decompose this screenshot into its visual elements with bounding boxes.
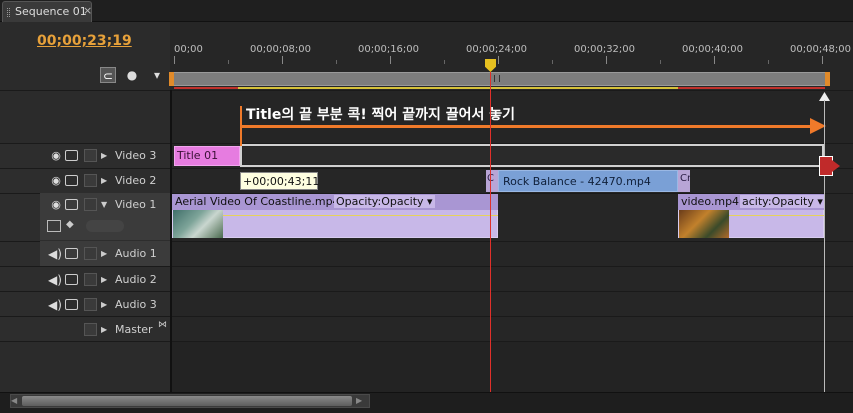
ruler-label: 00;00;32;00	[574, 44, 636, 55]
timecode-display[interactable]: 00;00;23;19	[37, 33, 132, 49]
render-bar	[678, 87, 825, 89]
opacity-rubberband[interactable]	[223, 215, 498, 216]
track-name: Master	[115, 323, 153, 336]
zoom-scroll-thumb[interactable]	[22, 396, 352, 406]
annotation-arrow	[242, 125, 814, 128]
keyframe-icon[interactable]: ◆	[66, 219, 74, 230]
eye-icon[interactable]: ◉	[49, 199, 63, 211]
master-link-icon[interactable]: ⋈	[158, 320, 167, 330]
track-header-video2[interactable]: ◉ ▶ Video 2	[0, 168, 170, 193]
close-icon[interactable]: ×	[83, 4, 92, 17]
expand-icon[interactable]: ▶	[101, 325, 107, 334]
trim-tooltip: +00;00;43;11	[240, 172, 319, 190]
ruler-label: 00;00;40;00	[682, 44, 744, 55]
eye-icon[interactable]: ◉	[49, 150, 63, 162]
expand-icon[interactable]: ▶	[101, 249, 107, 258]
track-lane-master[interactable]	[170, 316, 853, 341]
work-area-grip[interactable]	[494, 75, 500, 82]
track-name: Video 2	[115, 174, 157, 187]
opacity-dropdown[interactable]: Opacity:Opacity ▾	[334, 195, 435, 208]
ruler-label: 00;00;08;00	[250, 44, 312, 55]
track-header-empty	[0, 341, 170, 392]
track-header-master[interactable]: ▶ Master ⋈	[0, 316, 170, 341]
track-lane-audio1[interactable]	[170, 241, 853, 266]
clip-label: Aerial Video Of Coastline.mp4	[175, 195, 340, 208]
track-name: Video 1	[115, 198, 157, 211]
sequence-marker-icon[interactable]: ▾	[149, 67, 165, 83]
collapse-icon[interactable]: ▼	[101, 200, 107, 209]
track-name: Audio 3	[115, 298, 157, 311]
clip-label: Rock Balance - 42470.mp4	[503, 175, 651, 188]
header-divider	[170, 90, 172, 392]
track-header-audio2[interactable]: ◀) ▶ Audio 2	[0, 266, 170, 291]
keyframe-navigator[interactable]	[86, 220, 124, 232]
empty-lane	[170, 341, 853, 392]
film-icon[interactable]	[65, 299, 78, 310]
track-lock-toggle[interactable]	[84, 149, 97, 162]
clip-thumbnail	[173, 210, 223, 238]
clip-thumbnail	[679, 210, 729, 238]
scroll-left-icon[interactable]: ◀	[11, 396, 17, 405]
rock-balance-clip[interactable]: Rock Balance - 42470.mp4	[498, 170, 678, 192]
track-lock-toggle[interactable]	[84, 174, 97, 187]
ruler-label: 00;00;16;00	[358, 44, 420, 55]
opacity-rubberband[interactable]	[729, 215, 824, 216]
speaker-icon[interactable]: ◀)	[48, 247, 62, 261]
clip-label: Cr	[680, 173, 690, 184]
track-lock-toggle[interactable]	[84, 273, 97, 286]
annotation-text: Title의 끝 부분 콕! 찍어 끝까지 끌어서 놓기	[246, 107, 516, 123]
expand-icon[interactable]: ▶	[101, 176, 107, 185]
film-icon[interactable]	[65, 274, 78, 285]
ruler-label: 00;00;24;00	[466, 44, 528, 55]
timeline-header-left: 00;00;23;19 ⊂ ● ▾	[0, 22, 170, 90]
work-area-end-handle[interactable]	[825, 72, 830, 86]
clip-label: video.mp4	[681, 195, 740, 208]
ruler-label: 00;00;48;00	[790, 44, 852, 55]
marker-icon[interactable]: ●	[124, 67, 140, 83]
speaker-icon[interactable]: ◀)	[48, 273, 62, 287]
render-bar	[174, 87, 238, 89]
opacity-dropdown[interactable]: acity:Opacity ▾	[740, 195, 825, 208]
work-area-start-handle[interactable]	[169, 72, 174, 86]
snap-icon[interactable]: ⊂	[100, 67, 116, 83]
track-header-video3[interactable]: ◉ ▶ Video 3	[0, 143, 170, 168]
sequence-end-line	[824, 100, 825, 392]
tab-label: Sequence 01	[15, 5, 87, 18]
track-lane-audio3[interactable]	[170, 291, 853, 316]
film-icon[interactable]	[65, 150, 78, 161]
track-name: Audio 1	[115, 247, 157, 260]
track-lock-toggle[interactable]	[84, 247, 97, 260]
clip-label: Title 01	[177, 149, 219, 162]
eye-icon[interactable]: ◉	[49, 175, 63, 187]
track-lock-toggle[interactable]	[84, 198, 97, 211]
render-bar	[238, 87, 678, 89]
film-icon[interactable]	[65, 175, 78, 186]
track-name: Video 3	[115, 149, 157, 162]
ruler-label: 00;00	[174, 44, 203, 55]
track-lane-audio2[interactable]	[170, 266, 853, 291]
speaker-icon[interactable]: ◀)	[48, 298, 62, 312]
tab-bar	[0, 0, 853, 22]
transition-clip[interactable]: Cr	[678, 170, 690, 192]
transition-clip[interactable]: C	[486, 170, 498, 192]
track-header-audio3[interactable]: ◀) ▶ Audio 3	[0, 291, 170, 316]
film-icon[interactable]	[65, 248, 78, 259]
title-clip-extend-area	[243, 147, 822, 164]
title-clip[interactable]: Title 01	[174, 146, 240, 166]
expand-icon[interactable]: ▶	[101, 151, 107, 160]
playhead-line[interactable]	[490, 72, 491, 392]
tab-sequence[interactable]: Sequence 01 ×	[2, 1, 92, 22]
track-lock-toggle[interactable]	[84, 323, 97, 336]
film-icon[interactable]	[65, 199, 78, 210]
scroll-right-icon[interactable]: ▶	[356, 396, 362, 405]
header-spacer	[0, 90, 170, 143]
track-name: Audio 2	[115, 273, 157, 286]
expand-icon[interactable]: ▶	[101, 275, 107, 284]
trim-cursor-icon	[819, 156, 833, 176]
grip-icon[interactable]	[7, 8, 10, 17]
track-lock-toggle[interactable]	[84, 298, 97, 311]
display-style-icon[interactable]	[47, 220, 61, 232]
expand-icon[interactable]: ▶	[101, 300, 107, 309]
